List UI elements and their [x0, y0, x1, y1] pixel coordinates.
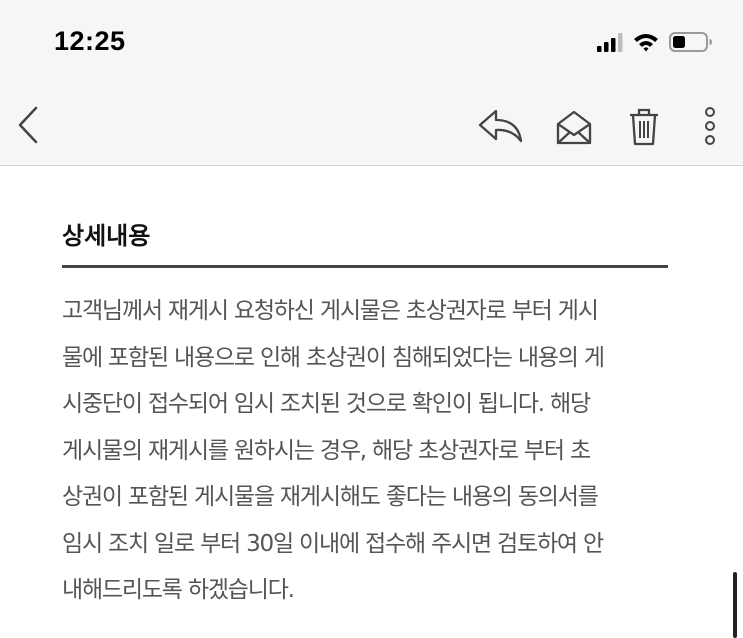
mark-read-button[interactable]: [552, 108, 596, 150]
status-bar: 12:25: [0, 0, 743, 88]
message-body: 고객님께서 재게시 요청하신 게시물은 초상권자로 부터 게시 물에 포함된 내…: [62, 298, 605, 603]
battery-icon: [669, 31, 713, 57]
wifi-icon: [633, 32, 659, 56]
open-envelope-icon: [555, 108, 593, 150]
back-button[interactable]: [12, 106, 44, 148]
chevron-left-icon: [16, 106, 40, 148]
message-toolbar: [0, 88, 743, 166]
scroll-indicator[interactable]: [733, 572, 737, 638]
section-title: 상세내용: [62, 222, 151, 250]
cellular-signal-icon: [597, 32, 623, 56]
reply-button[interactable]: [474, 108, 526, 148]
delete-button[interactable]: [626, 108, 662, 150]
more-vertical-icon: [704, 107, 716, 149]
message-content: 상세내용 고객님께서 재게시 요청하신 게시물은 초상권자로 부터 게시 물에 …: [62, 200, 668, 614]
more-options-button[interactable]: [698, 106, 722, 150]
section-divider: [62, 265, 668, 268]
reply-icon: [476, 108, 524, 148]
status-time: 12:25: [54, 26, 126, 56]
trash-icon: [629, 108, 659, 150]
status-icons: [597, 31, 713, 57]
